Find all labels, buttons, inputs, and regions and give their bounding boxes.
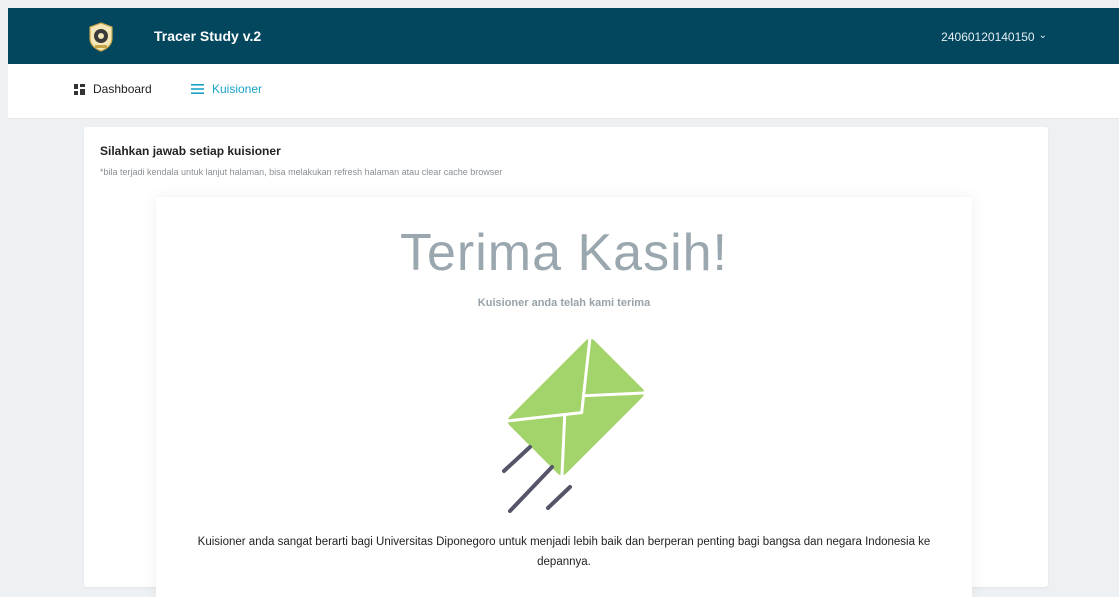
questionnaire-card: Silahkan jawab setiap kuisioner *bila te… bbox=[84, 127, 1048, 597]
nav-kuisioner-label: Kuisioner bbox=[212, 82, 263, 96]
nav-kuisioner[interactable]: Kuisioner bbox=[191, 82, 262, 96]
app-title[interactable]: Tracer Study v.2 bbox=[154, 28, 261, 44]
thank-you-subheading: Kuisioner anda telah kami terima bbox=[477, 297, 651, 309]
top-navbar: Tracer Study v.2 24060120140150 ⌄ bbox=[8, 8, 1119, 64]
menu-lines-icon bbox=[191, 84, 204, 94]
thank-you-message: Kuisioner anda sangat berarti bagi Unive… bbox=[197, 536, 931, 568]
nav-dashboard-label: Dashboard bbox=[93, 82, 152, 96]
card-title: Silahkan jawab setiap kuisioner bbox=[100, 144, 281, 158]
university-seal-icon[interactable] bbox=[88, 22, 114, 52]
thank-you-panel: Terima Kasih! Kuisioner anda telah kami … bbox=[156, 197, 972, 597]
grid-icon bbox=[74, 83, 85, 95]
user-menu[interactable]: 24060120140150 ⌄ bbox=[941, 29, 1047, 45]
chevron-down-icon: ⌄ bbox=[1038, 29, 1047, 41]
thank-you-heading: Terima Kasih! bbox=[400, 224, 728, 282]
card-note: *bila terjadi kendala untuk lanjut halam… bbox=[100, 167, 503, 177]
flying-envelope-icon bbox=[502, 336, 647, 513]
nav-dashboard[interactable]: Dashboard bbox=[74, 82, 152, 96]
user-id: 24060120140150 bbox=[941, 30, 1035, 44]
sub-navigation: Dashboard Kuisioner bbox=[8, 64, 1119, 119]
